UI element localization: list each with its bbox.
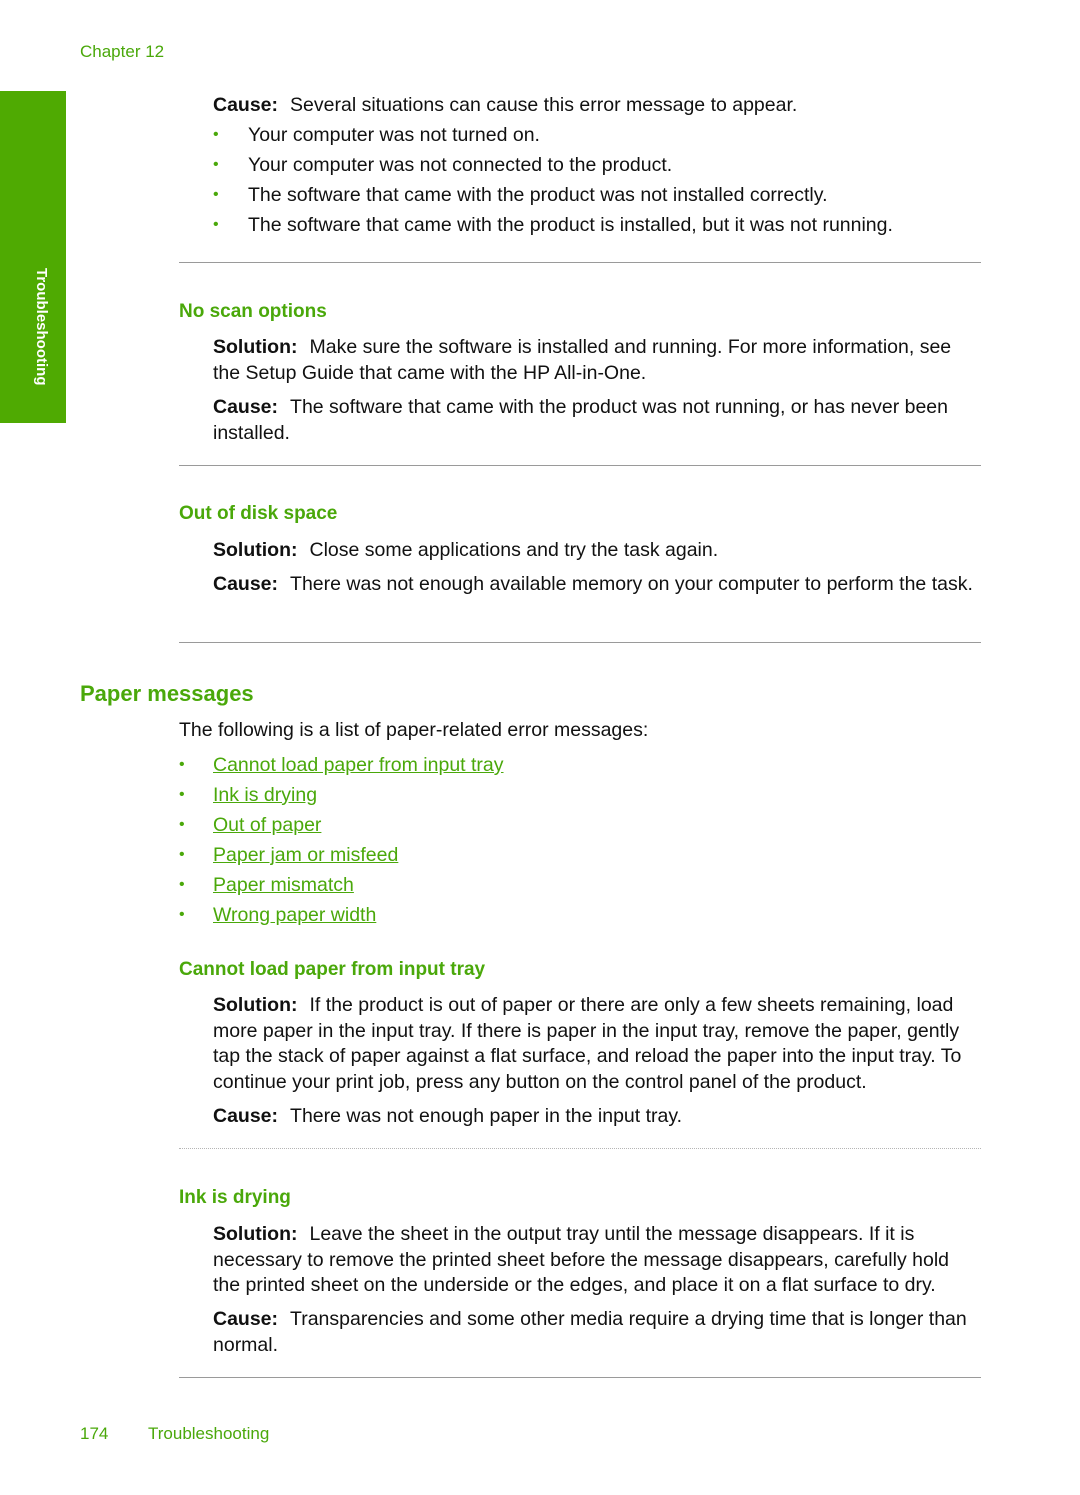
list-item-text: Your computer was not connected to the p…: [248, 154, 673, 176]
divider: [179, 465, 981, 466]
section-heading: Cannot load paper from input tray: [179, 959, 486, 980]
section-heading: Ink is drying: [179, 1187, 291, 1208]
cause-text: Transparencies and some other media requ…: [213, 1308, 967, 1356]
solution-text: Make sure the software is installed and …: [213, 336, 952, 384]
solution-paragraph: Solution: Close some applications and try…: [213, 538, 981, 564]
solution-text: Leave the sheet in the output tray until…: [213, 1223, 950, 1296]
list-item: • Out of paper: [179, 810, 504, 840]
cause-label: Cause:: [213, 396, 279, 418]
list-item: • The software that came with the product…: [213, 210, 893, 240]
cause-text: There was not enough paper in the input …: [290, 1105, 683, 1127]
bullet-icon: •: [179, 786, 185, 803]
footer-title: Troubleshooting: [148, 1424, 270, 1443]
list-item-text: The software that came with the product …: [248, 214, 893, 236]
solution-text: If the product is out of paper or there …: [213, 994, 962, 1093]
bullet-icon: •: [213, 126, 219, 143]
list-item: • Your computer was not turned on.: [213, 120, 893, 150]
bullet-icon: •: [179, 816, 185, 833]
solution-label: Solution:: [213, 994, 298, 1016]
cause-label: Cause:: [213, 1308, 279, 1330]
link-cannot-load-paper[interactable]: Cannot load paper from input tray: [213, 754, 504, 776]
paper-intro: The following is a list of paper-related…: [179, 719, 649, 741]
divider: [179, 642, 981, 643]
link-wrong-paper-width[interactable]: Wrong paper width: [213, 904, 376, 926]
list-item: • Wrong paper width: [179, 900, 504, 930]
divider: [179, 1148, 981, 1149]
section-heading: No scan options: [179, 301, 327, 322]
divider: [179, 262, 981, 263]
intro-bullet-list: • Your computer was not turned on. • Your …: [213, 120, 893, 240]
solution-paragraph: Solution: Leave the sheet in the output t…: [213, 1222, 981, 1299]
bullet-icon: •: [213, 186, 219, 203]
link-out-of-paper[interactable]: Out of paper: [213, 814, 321, 836]
intro-cause: Cause: Several situations can cause this …: [213, 93, 981, 119]
list-item-text: Your computer was not turned on.: [248, 124, 540, 146]
cause-label: Cause:: [213, 1105, 279, 1127]
chapter-label: Chapter 12: [80, 42, 165, 61]
bullet-icon: •: [179, 846, 185, 863]
cause-text: The software that came with the product …: [213, 396, 948, 444]
link-paper-jam[interactable]: Paper jam or misfeed: [213, 844, 398, 866]
bullet-icon: •: [213, 156, 219, 173]
cause-text: Several situations can cause this error …: [290, 94, 798, 116]
list-item: • Paper mismatch: [179, 870, 504, 900]
chapter-section-heading: Paper messages: [80, 681, 254, 706]
link-paper-mismatch[interactable]: Paper mismatch: [213, 874, 354, 896]
solution-paragraph: Solution: If the product is out of paper …: [213, 993, 981, 1095]
list-item: • Ink is drying: [179, 780, 504, 810]
side-tab-label: Troubleshooting: [33, 268, 50, 386]
solution-label: Solution:: [213, 1223, 298, 1245]
list-item: • Paper jam or misfeed: [179, 840, 504, 870]
page-number: 174: [80, 1424, 109, 1443]
solution-paragraph: Solution: Make sure the software is insta…: [213, 335, 981, 386]
solution-label: Solution:: [213, 539, 298, 561]
list-item-text: The software that came with the product …: [248, 184, 828, 206]
section-heading: Out of disk space: [179, 503, 338, 524]
bullet-icon: •: [213, 216, 219, 233]
link-ink-is-drying[interactable]: Ink is drying: [213, 784, 317, 806]
list-item: • Cannot load paper from input tray: [179, 750, 504, 780]
list-item: • The software that came with the product…: [213, 180, 893, 210]
cause-text: There was not enough available memory on…: [290, 573, 973, 595]
solution-label: Solution:: [213, 336, 298, 358]
cause-label: Cause:: [213, 573, 279, 595]
cause-paragraph: Cause: There was not enough paper in the …: [213, 1104, 981, 1130]
solution-text: Close some applications and try the task…: [309, 539, 719, 561]
cause-label: Cause:: [213, 94, 279, 116]
cause-paragraph: Cause: There was not enough available mem…: [213, 572, 981, 598]
paper-link-list: • Cannot load paper from input tray • Ink …: [179, 750, 504, 930]
cause-paragraph: Cause: The software that came with the pr…: [213, 395, 981, 446]
cause-paragraph: Cause: Transparencies and some other medi…: [213, 1307, 981, 1358]
bullet-icon: •: [179, 756, 185, 773]
list-item: • Your computer was not connected to the …: [213, 150, 893, 180]
divider: [179, 1377, 981, 1378]
bullet-icon: •: [179, 906, 185, 923]
bullet-icon: •: [179, 876, 185, 893]
